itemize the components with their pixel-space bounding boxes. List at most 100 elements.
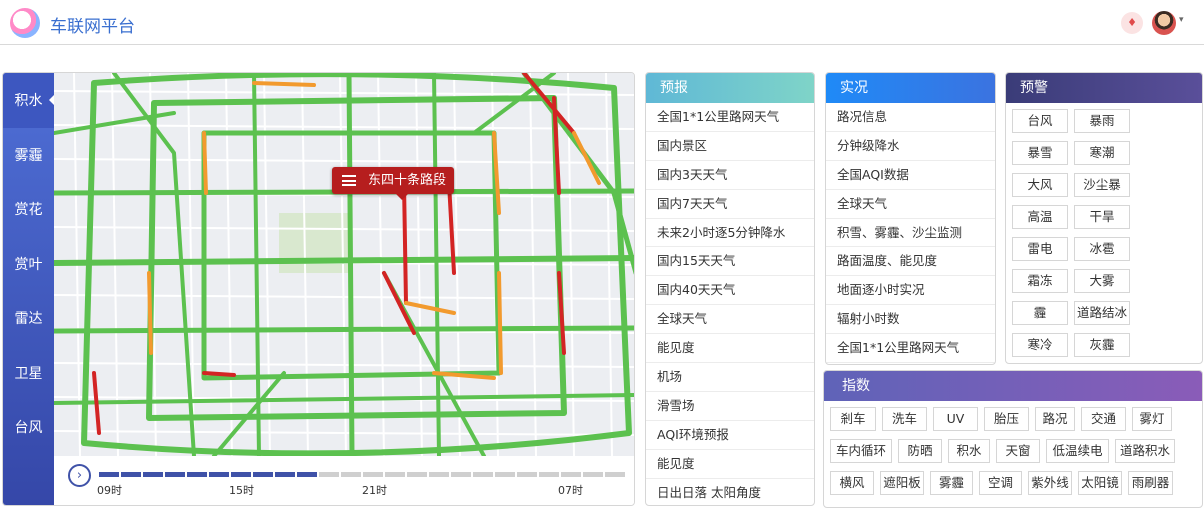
timeline-segment[interactable] (583, 472, 603, 477)
warning-chip[interactable]: 寒冷 (1012, 333, 1068, 357)
timeline[interactable]: › 09时 15时 21时 07时 (54, 456, 634, 505)
timeline-segment[interactable] (121, 472, 141, 477)
chevron-down-icon[interactable]: ▾ (1179, 15, 1184, 25)
timeline-segment[interactable] (165, 472, 185, 477)
warning-chip[interactable]: 干旱 (1074, 205, 1130, 229)
index-chip[interactable]: 胎压 (984, 407, 1029, 431)
index-chip[interactable]: 道路积水 (1115, 439, 1175, 463)
index-chip[interactable]: 雾灯 (1132, 407, 1172, 431)
timeline-segment[interactable] (429, 472, 449, 477)
index-chip[interactable]: 紫外线 (1028, 471, 1072, 495)
index-chip[interactable]: 空调 (979, 471, 1022, 495)
traffic-map[interactable]: 东四十条路段 (54, 73, 634, 456)
live-item[interactable]: 路况信息 (826, 103, 995, 132)
index-chip[interactable]: 横风 (830, 471, 874, 495)
live-item[interactable]: 辐射小时数 (826, 305, 995, 335)
timeline-segment[interactable] (253, 472, 273, 477)
side-nav-item[interactable]: 赏花 (3, 182, 54, 237)
warning-chip[interactable]: 霜冻 (1012, 269, 1068, 293)
forecast-item[interactable]: 国内7天天气 (646, 190, 814, 219)
road-label[interactable]: 东四十条路段 (332, 167, 455, 200)
warning-chip[interactable]: 雷电 (1012, 237, 1068, 261)
timeline-segment[interactable] (495, 472, 515, 477)
forecast-item[interactable]: AQI环境预报 (646, 421, 814, 450)
index-chip[interactable]: 剎车 (830, 407, 876, 431)
index-chip[interactable]: 防晒 (898, 439, 942, 463)
index-chip[interactable]: 车内循环 (830, 439, 892, 463)
live-item[interactable]: 路面温度、能见度 (826, 247, 995, 277)
timeline-segment[interactable] (451, 472, 471, 477)
timeline-segment[interactable] (341, 472, 361, 477)
warning-chip[interactable]: 高温 (1012, 205, 1068, 229)
warning-chip[interactable]: 霾 (1012, 301, 1068, 325)
timeline-segment[interactable] (99, 472, 119, 477)
forecast-item[interactable]: 机场 (646, 363, 814, 392)
play-icon[interactable]: › (68, 464, 91, 487)
index-chip[interactable]: UV (933, 407, 978, 431)
warning-chip[interactable]: 台风 (1012, 109, 1068, 133)
warning-chip[interactable]: 道路结冰 (1074, 301, 1130, 325)
side-nav-item[interactable]: 台风 (3, 400, 54, 455)
warning-chip[interactable]: 灰霾 (1074, 333, 1130, 357)
index-chip[interactable]: 雨刷器 (1128, 471, 1173, 495)
warning-chip[interactable]: 大风 (1012, 173, 1068, 197)
side-nav-item[interactable]: 雾霾 (3, 128, 54, 183)
live-item[interactable]: 全国AQI数据 (826, 161, 995, 190)
index-chip[interactable]: 雾霾 (930, 471, 973, 495)
forecast-item[interactable]: 滑雪场 (646, 392, 814, 421)
index-chip[interactable]: 遮阳板 (880, 471, 924, 495)
timeline-segment[interactable] (275, 472, 295, 477)
index-chip[interactable]: 低温续电 (1046, 439, 1109, 463)
forecast-item[interactable]: 全国1*1公里路网天气 (646, 103, 814, 132)
slow-road (497, 271, 503, 375)
timeline-segment[interactable] (385, 472, 405, 477)
index-chip[interactable]: 路况 (1035, 407, 1075, 431)
live-item[interactable]: 分钟级降水 (826, 132, 995, 161)
forecast-item[interactable]: 未来2小时逐5分钟降水 (646, 219, 814, 248)
timeline-segment[interactable] (407, 472, 427, 477)
live-item[interactable]: 积雪、雾霾、沙尘监测 (826, 219, 995, 248)
timeline-segment[interactable] (605, 472, 625, 477)
forecast-item[interactable]: 全球天气 (646, 305, 814, 335)
side-nav-item[interactable]: 卫星 (3, 346, 54, 401)
timeline-segment[interactable] (517, 472, 537, 477)
live-item[interactable]: 全国1*1公里路网天气 (826, 334, 995, 364)
warning-chip[interactable]: 暴雪 (1012, 141, 1068, 165)
timeline-segment[interactable] (143, 472, 163, 477)
forecast-item[interactable]: 能见度 (646, 450, 814, 479)
timeline-segment[interactable] (297, 472, 317, 477)
side-nav-item[interactable]: 雷达 (3, 291, 54, 346)
index-chip[interactable]: 交通 (1081, 407, 1126, 431)
bell-icon[interactable]: ♦ (1121, 12, 1143, 34)
forecast-item[interactable]: 能见度 (646, 334, 814, 364)
side-nav-item[interactable]: 赏叶 (3, 237, 54, 292)
index-chip[interactable]: 积水 (948, 439, 990, 463)
warning-chip[interactable]: 冰雹 (1074, 237, 1130, 261)
index-chip[interactable]: 洗车 (882, 407, 927, 431)
forecast-item[interactable]: 国内3天天气 (646, 161, 814, 190)
index-chip[interactable]: 天窗 (996, 439, 1040, 463)
live-item[interactable]: 地面逐小时实况 (826, 276, 995, 306)
live-item[interactable]: 全球天气 (826, 190, 995, 219)
index-chip[interactable]: 太阳镜 (1078, 471, 1122, 495)
timeline-segment[interactable] (231, 472, 251, 477)
forecast-item[interactable]: 国内40天天气 (646, 276, 814, 306)
timeline-segment[interactable] (209, 472, 229, 477)
menu-icon (342, 175, 356, 186)
warning-chip[interactable]: 大雾 (1074, 269, 1130, 293)
forecast-item[interactable]: 国内景区 (646, 132, 814, 161)
timeline-segment[interactable] (187, 472, 207, 477)
timeline-track[interactable] (99, 472, 625, 477)
avatar[interactable] (1152, 11, 1176, 35)
forecast-item[interactable]: 日出日落 太阳角度 (646, 479, 814, 505)
timeline-segment[interactable] (561, 472, 581, 477)
warning-chip[interactable]: 沙尘暴 (1074, 173, 1130, 197)
forecast-item[interactable]: 国内15天天气 (646, 247, 814, 277)
side-nav-item[interactable]: 积水 (3, 73, 55, 128)
warning-chip[interactable]: 寒潮 (1074, 141, 1130, 165)
timeline-segment[interactable] (539, 472, 559, 477)
timeline-segment[interactable] (319, 472, 339, 477)
timeline-segment[interactable] (363, 472, 383, 477)
warning-chip[interactable]: 暴雨 (1074, 109, 1130, 133)
timeline-segment[interactable] (473, 472, 493, 477)
